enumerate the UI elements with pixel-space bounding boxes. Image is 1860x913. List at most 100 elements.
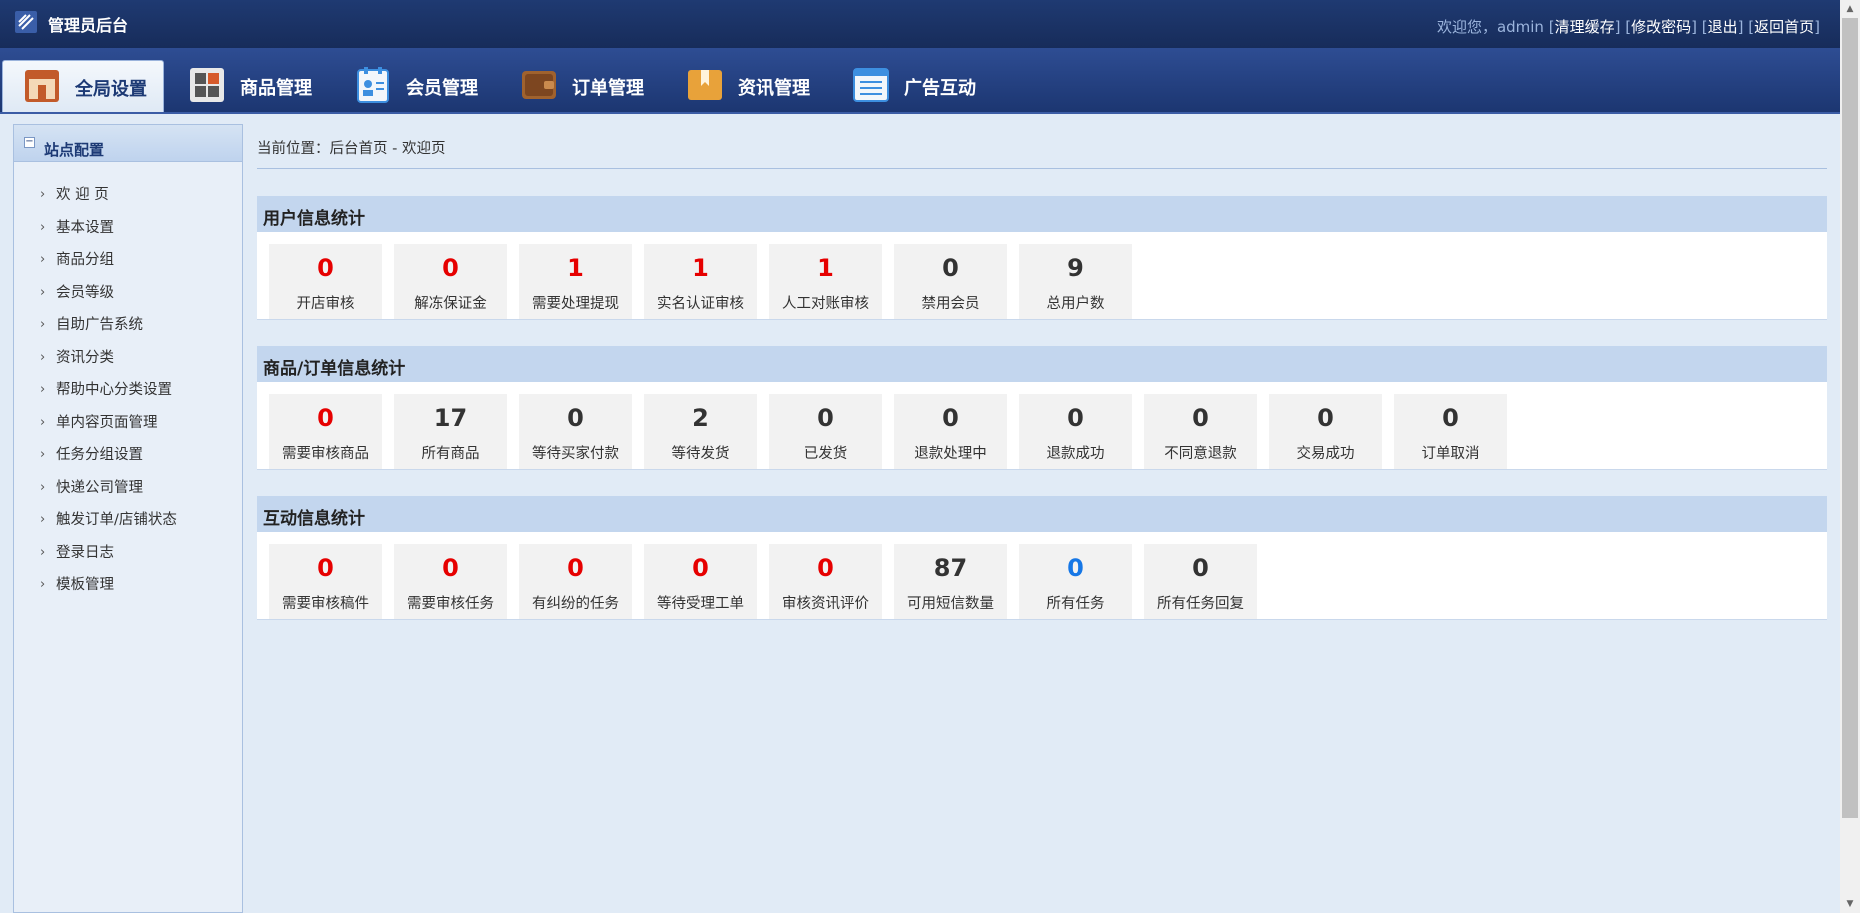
stat-value: 0 <box>567 404 584 432</box>
main-nav: 全局设置 商品管理 会员管理 订单管理 资讯管理 广告互动 <box>0 48 1840 114</box>
sidebar-item-templates[interactable]: › 模板管理 <box>14 572 242 605</box>
stat-label: 已发货 <box>803 446 848 462</box>
chevron-right-icon: › <box>40 284 46 300</box>
tab-ads[interactable]: 广告互动 <box>832 60 994 112</box>
sidebar-item-help-categories[interactable]: › 帮助中心分类设置 <box>14 377 242 410</box>
interaction-stats-section: 互动信息统计 0 需要审核稿件 0 需要审核任务 0 有纠纷的任务 0 等待受理工单 0 审核资讯… <box>257 496 1827 620</box>
sidebar-item-ad-system[interactable]: › 自助广告系统 <box>14 312 242 345</box>
stat-card[interactable]: 2 等待发货 <box>644 394 757 469</box>
stat-label: 需要审核任务 <box>407 596 494 612</box>
sidebar-item-login-logs[interactable]: › 登录日志 <box>14 540 242 573</box>
chevron-right-icon: › <box>40 317 46 332</box>
stat-card[interactable]: 0 需要审核任务 <box>394 544 507 619</box>
app-title: 管理员后台 <box>48 16 129 35</box>
stat-card[interactable]: 17 所有商品 <box>394 394 507 469</box>
stat-label: 退款处理中 <box>914 446 987 462</box>
stat-label: 订单取消 <box>1421 446 1480 462</box>
stat-card[interactable]: 0 订单取消 <box>1394 394 1507 469</box>
stat-card[interactable]: 1 实名认证审核 <box>644 244 757 319</box>
chevron-right-icon: › <box>40 382 46 397</box>
stat-value: 0 <box>817 554 834 582</box>
stat-label: 等待受理工单 <box>657 596 744 612</box>
welcome-text: 欢迎您，admin <box>1436 18 1544 36</box>
section-title: 互动信息统计 <box>257 496 1827 532</box>
stat-label: 开店审核 <box>296 296 355 312</box>
stat-card[interactable]: 0 已发货 <box>769 394 882 469</box>
stat-card[interactable]: 0 开店审核 <box>269 244 382 319</box>
sidebar-item-couriers[interactable]: › 快递公司管理 <box>14 475 242 508</box>
change-password-link[interactable]: 修改密码 <box>1631 18 1691 36</box>
chevron-right-icon: › <box>40 252 46 267</box>
breadcrumb: 当前位置：后台首页 - 欢迎页 <box>257 124 1827 169</box>
sidebar-item-member-levels[interactable]: › 会员等级 <box>14 280 242 313</box>
stat-card[interactable]: 0 解冻保证金 <box>394 244 507 319</box>
sidebar-item-single-pages[interactable]: › 单内容页面管理 <box>14 410 242 443</box>
tab-global-settings[interactable]: 全局设置 <box>2 60 164 112</box>
chevron-right-icon: › <box>40 544 46 560</box>
stat-label: 有纠纷的任务 <box>532 596 619 612</box>
sidebar-header[interactable]: − 站点配置 <box>14 125 242 162</box>
tab-orders[interactable]: 订单管理 <box>500 60 662 112</box>
stat-value: 1 <box>567 254 584 282</box>
stat-card[interactable]: 0 不同意退款 <box>1144 394 1257 469</box>
stat-card[interactable]: 0 等待受理工单 <box>644 544 757 619</box>
stat-label: 退款成功 <box>1046 446 1105 462</box>
stat-label: 需要审核商品 <box>282 446 369 462</box>
stat-card[interactable]: 0 需要审核商品 <box>269 394 382 469</box>
home-link[interactable]: 返回首页 <box>1754 18 1814 36</box>
sidebar-item-product-groups[interactable]: › 商品分组 <box>14 247 242 280</box>
stat-label: 不同意退款 <box>1164 446 1237 462</box>
stat-value: 1 <box>692 254 709 282</box>
stat-label: 可用短信数量 <box>907 596 994 612</box>
stat-value: 0 <box>442 554 459 582</box>
stat-card[interactable]: 0 有纠纷的任务 <box>519 544 632 619</box>
tab-products[interactable]: 商品管理 <box>168 60 330 112</box>
stat-label: 所有商品 <box>421 446 480 462</box>
sidebar-item-label: 快递公司管理 <box>56 479 143 496</box>
sidebar-item-label: 资讯分类 <box>56 349 114 366</box>
stat-card[interactable]: 0 所有任务回复 <box>1144 544 1257 619</box>
sidebar-item-task-groups[interactable]: › 任务分组设置 <box>14 442 242 475</box>
stat-card[interactable]: 0 退款处理中 <box>894 394 1007 469</box>
stat-value: 0 <box>942 254 959 282</box>
stat-card[interactable]: 9 总用户数 <box>1019 244 1132 319</box>
stat-value: 9 <box>1067 254 1084 282</box>
stat-card[interactable]: 0 退款成功 <box>1019 394 1132 469</box>
stat-value: 0 <box>942 404 959 432</box>
stat-card[interactable]: 0 等待买家付款 <box>519 394 632 469</box>
vertical-scrollbar[interactable]: ▲ ▼ <box>1840 0 1860 913</box>
top-header: 管理员后台 欢迎您，admin [清理缓存] [修改密码] [退出] [返回首页… <box>0 0 1840 48</box>
stat-card[interactable]: 1 人工对账审核 <box>769 244 882 319</box>
stat-card[interactable]: 0 需要审核稿件 <box>269 544 382 619</box>
stat-card[interactable]: 0 禁用会员 <box>894 244 1007 319</box>
stat-card[interactable]: 0 所有任务 <box>1019 544 1132 619</box>
collapse-icon[interactable]: − <box>24 137 35 148</box>
stat-value: 0 <box>1067 404 1084 432</box>
stat-value: 0 <box>1192 554 1209 582</box>
stat-cards: 0 需要审核稿件 0 需要审核任务 0 有纠纷的任务 0 等待受理工单 0 审核资讯评价 87 可用短… <box>257 532 1827 619</box>
stat-card[interactable]: 0 审核资讯评价 <box>769 544 882 619</box>
sidebar-item-welcome[interactable]: › 欢 迎 页 <box>14 182 242 215</box>
user-stats-section: 用户信息统计 0 开店审核 0 解冻保证金 1 需要处理提现 1 实名认证审核 1 人工对账审核 0… <box>257 196 1827 320</box>
stat-value: 0 <box>1192 404 1209 432</box>
settings-folder-icon <box>25 70 59 102</box>
logout-link[interactable]: 退出 <box>1708 18 1738 36</box>
scroll-down-icon[interactable]: ▼ <box>1840 895 1860 913</box>
chevron-right-icon: › <box>40 577 46 592</box>
stat-value: 87 <box>933 554 968 582</box>
sidebar-item-trigger-status[interactable]: › 触发订单/店铺状态 <box>14 507 242 540</box>
tab-members[interactable]: 会员管理 <box>334 60 496 112</box>
chevron-right-icon: › <box>40 349 46 365</box>
sidebar-item-news-categories[interactable]: › 资讯分类 <box>14 345 242 378</box>
stat-value: 1 <box>817 254 834 282</box>
stat-card[interactable]: 87 可用短信数量 <box>894 544 1007 619</box>
scroll-up-icon[interactable]: ▲ <box>1840 0 1860 18</box>
sidebar-item-basic-settings[interactable]: › 基本设置 <box>14 215 242 248</box>
stat-card[interactable]: 0 交易成功 <box>1269 394 1382 469</box>
clear-cache-link[interactable]: 清理缓存 <box>1555 18 1615 36</box>
scrollbar-thumb[interactable] <box>1842 18 1858 818</box>
tab-news[interactable]: 资讯管理 <box>666 60 828 112</box>
sidebar-item-label: 登录日志 <box>56 544 114 561</box>
stat-card[interactable]: 1 需要处理提现 <box>519 244 632 319</box>
stat-value: 0 <box>317 404 334 432</box>
